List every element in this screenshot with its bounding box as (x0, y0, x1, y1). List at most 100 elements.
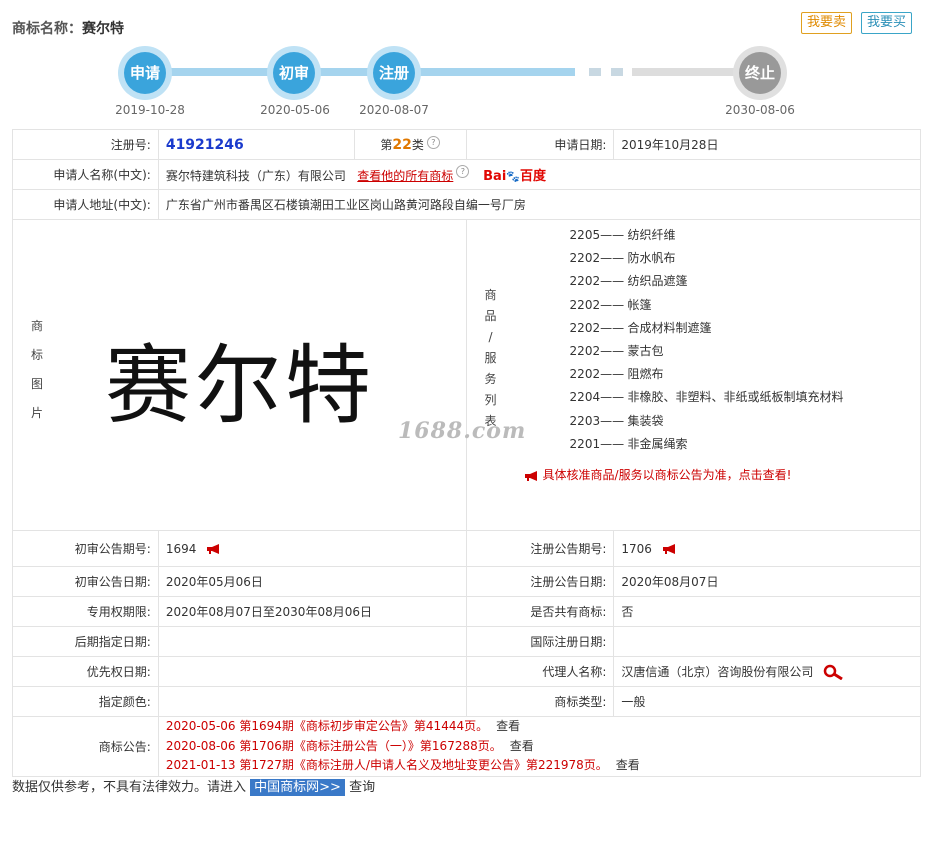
trademark-image: 赛尔特 (105, 336, 375, 436)
reg-pub-no-cell: 1706 (613, 530, 921, 567)
reg-no-value: 41921246 (165, 136, 244, 153)
color-label: 指定颜色: (12, 686, 159, 717)
image-label-char: 片 (31, 406, 44, 420)
shared-label: 是否共有商标: (465, 596, 615, 627)
goods-code: 2205—— (569, 228, 625, 242)
footer-note: 数据仅供参考，不具有法律效力。请进入 中国商标网>> 查询 (12, 776, 375, 796)
prelim-no-label: 初审公告期号: (12, 530, 159, 567)
goods-item: 2202—— 合成材料制遮篷 (570, 317, 844, 340)
cn-trademark-link[interactable]: 中国商标网>> (250, 779, 345, 796)
intl-date-value (613, 626, 921, 657)
timeline-step-end: 终止 (733, 46, 787, 100)
image-label-char: 商 (31, 319, 44, 333)
help-icon[interactable]: ? (426, 136, 440, 149)
row-reg-no: 注册号: 41921246 第22类? 申请日期: 2019年10月28日 (12, 129, 921, 160)
announcement-text: 2020-05-06 第1694期《商标初步审定公告》第41444页。 (165, 719, 489, 734)
announcement-view-link[interactable]: 查看 (496, 719, 520, 733)
trademark-name: 赛尔特 (82, 21, 124, 37)
goods-name: 非橡胶、非塑料、非纸或纸板制填充材料 (627, 390, 844, 405)
view-all-trademarks-link[interactable]: 查看他的所有商标 (357, 169, 453, 183)
goods-item: 2201—— 非金属绳索 (570, 433, 844, 456)
goods-name: 防水帆布 (627, 251, 676, 266)
goods-notice-link[interactable]: 具体核准商品/服务以商标公告为准，点击查看! (524, 466, 791, 483)
class-prefix: 第 (380, 138, 393, 152)
agent-label: 代理人名称: (465, 656, 615, 687)
class-suffix: 类 (411, 138, 424, 152)
step-date: 2030-08-06 (725, 103, 795, 117)
row-later-date: 后期指定日期: 国际注册日期: (12, 626, 921, 657)
baidu-text: Bai (483, 169, 507, 184)
priority-label: 优先权日期: (12, 656, 159, 687)
goods-code: 2201—— (569, 436, 625, 451)
later-date-value (157, 626, 467, 657)
address-value: 广东省广州市番禺区石楼镇潮田工业区岗山路黄河路段自编一号厂房 (157, 189, 922, 220)
announcement-item: 2021-01-13 第1727期《商标注册人/申请人名义及地址变更公告》第22… (166, 756, 913, 776)
step-date: 2020-08-07 (359, 103, 429, 117)
applicant-cell: 赛尔特建筑科技（广东）有限公司 查看他的所有商标? Bai🐾百度 (157, 159, 922, 190)
footer-prefix: 数据仅供参考，不具有法律效力。请进入 (12, 780, 251, 795)
help-icon[interactable]: ? (456, 165, 470, 178)
address-label: 申请人地址(中文): (12, 189, 159, 220)
tm-type-label: 商标类型: (465, 686, 615, 717)
right-period-label: 专用权期限: (12, 596, 159, 627)
prelim-no-cell: 1694 (157, 530, 467, 567)
apply-date-label: 申请日期: (465, 129, 615, 160)
row-prelim-no: 初审公告期号: 1694 注册公告期号: 1706 (12, 530, 921, 567)
goods-label-char: / (488, 330, 493, 344)
megaphone-icon (524, 470, 537, 481)
announcement-view-link[interactable]: 查看 (510, 739, 534, 753)
megaphone-icon[interactable] (662, 543, 678, 555)
row-right-period: 专用权期限: 2020年08月07日至2030年08月06日 是否共有商标: 否 (12, 596, 921, 627)
timeline-step-apply: 申请 (118, 46, 172, 100)
goods-item: 2202—— 蒙古包 (570, 340, 844, 363)
baidu-cn: 百度 (519, 169, 546, 184)
prelim-no-value: 1694 (165, 541, 197, 556)
goods-code: 2202—— (569, 251, 625, 266)
row-image-goods: 商 标 图 片 赛尔特 商 品 / 服 务 列 表 2205—— 纺织纤维 220… (12, 219, 922, 531)
color-value (157, 686, 467, 717)
goods-name: 帐篷 (627, 297, 652, 312)
reg-pub-date-label: 注册公告日期: (465, 566, 615, 597)
image-label: 商 标 图 片 (31, 312, 43, 428)
goods-cell: 商 品 / 服 务 列 表 2205—— 纺织纤维 2202—— 防水帆布 2202… (465, 219, 922, 531)
applicant-value: 赛尔特建筑科技（广东）有限公司 (165, 169, 346, 183)
later-date-label: 后期指定日期: (12, 626, 159, 657)
agent-value: 汉唐信通（北京）咨询股份有限公司 (621, 664, 814, 679)
reg-pub-date-value: 2020年08月07日 (613, 566, 921, 597)
row-priority: 优先权日期: 代理人名称: 汉唐信通（北京）咨询股份有限公司 (12, 656, 921, 687)
row-announcements: 商标公告: 2020-05-06 第1694期《商标初步审定公告》第41444页… (12, 716, 922, 777)
goods-name: 合成材料制遮篷 (627, 320, 712, 335)
goods-item: 2202—— 阻燃布 (570, 363, 844, 386)
goods-name: 蒙古包 (627, 343, 664, 358)
reg-pub-no-label: 注册公告期号: (465, 530, 615, 567)
reg-no-cell: 41921246 (157, 129, 355, 160)
step-label: 注册 (373, 52, 415, 94)
reg-pub-no-value: 1706 (621, 541, 652, 556)
goods-item: 2202—— 纺织品遮篷 (570, 270, 844, 293)
class-number[interactable]: 22 (392, 137, 411, 153)
goods-code: 2204—— (569, 390, 625, 405)
search-icon[interactable] (823, 664, 845, 681)
row-prelim-date: 初审公告日期: 2020年05月06日 注册公告日期: 2020年08月07日 (12, 566, 921, 597)
baidu-search-icon[interactable]: Bai🐾百度 (483, 165, 546, 184)
goods-name: 集装袋 (627, 413, 664, 428)
watermark: 1688.com (398, 418, 527, 444)
timeline-dash (589, 68, 601, 76)
sell-button[interactable]: 我要卖 (801, 12, 853, 34)
goods-label: 商 品 / 服 务 列 表 (485, 285, 497, 432)
goods-item: 2202—— 帐篷 (570, 294, 844, 317)
goods-list: 2205—— 纺织纤维 2202—— 防水帆布 2202—— 纺织品遮篷 2202——… (570, 224, 844, 456)
megaphone-icon[interactable] (206, 543, 222, 555)
goods-code: 2202—— (569, 367, 625, 382)
buy-button[interactable]: 我要买 (861, 12, 913, 34)
goods-name: 纺织品遮篷 (627, 274, 688, 289)
row-address: 申请人地址(中文): 广东省广州市番禺区石楼镇潮田工业区岗山路黄河路段自编一号厂… (12, 189, 922, 220)
announcement-item: 2020-05-06 第1694期《商标初步审定公告》第41444页。 查看 (166, 717, 913, 737)
timeline-step-prelim: 初审 (267, 46, 321, 100)
step-date: 2019-10-28 (115, 103, 185, 117)
announcement-view-link[interactable]: 查看 (616, 758, 640, 772)
goods-item: 2204—— 非橡胶、非塑料、非纸或纸板制填充材料 (570, 386, 844, 409)
apply-date-value: 2019年10月28日 (613, 129, 921, 160)
announce-label: 商标公告: (12, 716, 159, 777)
title-prefix: 商标名称： (12, 21, 82, 37)
